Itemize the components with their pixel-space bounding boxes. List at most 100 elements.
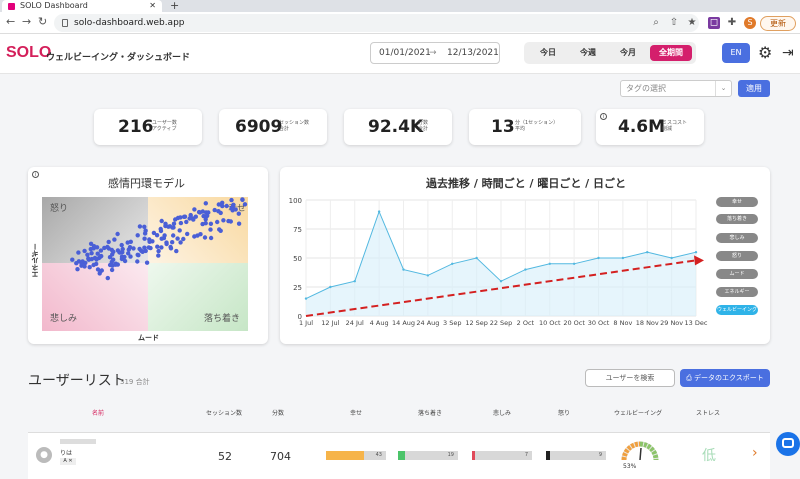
x-tick-label: 4 Aug	[370, 319, 389, 327]
forward-icon[interactable]: →	[22, 15, 31, 28]
scatter-point	[198, 232, 203, 237]
new-tab-icon[interactable]: +	[170, 0, 179, 12]
scatter-point	[94, 257, 99, 262]
series-point	[475, 256, 478, 260]
series-point	[353, 280, 356, 283]
scatter-point	[242, 202, 248, 207]
scatter-point	[221, 218, 226, 223]
info-icon[interactable]: i	[32, 171, 39, 178]
x-tick-label: 18 Nov	[636, 319, 659, 327]
trend-chart: 02550751001 Jul 12 Jul 24 Jul 4 Aug 14 Aug 24…	[289, 197, 708, 327]
stat-label: 分数 合計	[418, 120, 429, 132]
browser-tab[interactable]: SOLO Dashboard ✕	[2, 0, 162, 12]
column-header-wellbeing[interactable]: ウェルビーイング	[608, 408, 668, 417]
calm-bar-fill	[398, 451, 405, 460]
column-header-name[interactable]: 名前	[68, 408, 128, 417]
legend-calm[interactable]: 落ち着き	[716, 214, 758, 224]
sad-bar-fill	[472, 451, 475, 460]
app-header: SOLO ウェルビーイング・ダッシュボード 01/01/2021 → 12/13…	[0, 34, 800, 74]
period-week-button[interactable]: 今週	[568, 45, 608, 61]
scatter-point	[171, 233, 176, 238]
legend-energy[interactable]: エネルギー	[716, 287, 758, 297]
scatter-point	[159, 218, 164, 224]
x-tick-label: 14 Aug	[392, 319, 415, 327]
zoom-icon[interactable]: ⌕	[650, 17, 662, 29]
info-icon[interactable]: i	[600, 113, 607, 120]
scatter-point	[142, 224, 147, 229]
chevron-right-icon[interactable]: ›	[752, 445, 758, 461]
series-point	[329, 285, 332, 289]
scatter-point	[224, 203, 229, 209]
date-range-picker[interactable]: 01/01/2021 → 12/13/2021	[370, 42, 500, 64]
tab-close-icon[interactable]: ✕	[149, 0, 156, 12]
scatter-point	[233, 207, 238, 212]
x-axis-label: ムード	[138, 334, 159, 342]
reload-icon[interactable]: ↻	[38, 15, 47, 28]
scatter-point	[115, 248, 121, 253]
scatter-point	[75, 267, 80, 272]
gear-icon[interactable]: ⚙	[758, 43, 772, 63]
scatter-point	[126, 247, 131, 252]
extension-icon[interactable]: ◻	[708, 17, 720, 29]
emotion-scatter	[70, 197, 248, 281]
x-tick-label: 29 Nov	[660, 319, 683, 327]
x-tick-label: 2 Oct	[517, 319, 535, 327]
legend-happy[interactable]: 幸せ	[716, 197, 758, 207]
legend-mood[interactable]: ムード	[716, 269, 758, 279]
scatter-point	[128, 239, 133, 244]
apply-button[interactable]: 適用	[738, 80, 770, 97]
period-all-button[interactable]: 全期間	[650, 45, 692, 61]
url-bar[interactable]: solo-dashboard.web.app	[54, 14, 699, 32]
scatter-point	[142, 236, 147, 241]
app-subtitle: ウェルビーイング・ダッシュボード	[46, 53, 191, 63]
profile-avatar[interactable]: S	[744, 17, 756, 29]
search-users-button[interactable]: ユーザーを検索	[585, 369, 675, 387]
stat-card-users: 216 ユーザー数 アクティブ	[94, 109, 202, 145]
extensions-puzzle-icon[interactable]: ✚	[726, 17, 738, 29]
user-subname: りは	[60, 450, 73, 457]
y-axis-label: エネルギー	[31, 243, 39, 278]
x-tick-label: 3 Sep	[443, 319, 461, 327]
legend-sad[interactable]: 悲しみ	[716, 233, 758, 243]
browser-tab-strip: SOLO Dashboard ✕ +	[0, 0, 800, 12]
scatter-point	[185, 231, 190, 237]
tag-select-placeholder: タグの選択	[626, 84, 666, 93]
chat-button[interactable]	[776, 432, 800, 456]
scatter-point	[99, 268, 104, 273]
scatter-point	[154, 233, 160, 238]
column-header-angry[interactable]: 怒り	[534, 408, 594, 417]
period-today-button[interactable]: 今日	[528, 45, 568, 61]
sessions-value: 52	[218, 450, 232, 463]
scatter-point	[212, 207, 217, 213]
scatter-point	[156, 248, 161, 254]
column-header-sessions[interactable]: セッション数	[194, 408, 254, 417]
column-header-sad[interactable]: 悲しみ	[472, 408, 532, 417]
column-header-stress[interactable]: ストレス	[678, 408, 738, 417]
bookmark-star-icon[interactable]: ★	[686, 17, 698, 29]
share-icon[interactable]: ⇧	[668, 17, 680, 29]
scatter-point	[89, 251, 94, 256]
scatter-point	[82, 264, 87, 269]
date-start: 01/01/2021	[379, 48, 431, 58]
scatter-point	[85, 252, 90, 257]
column-header-minutes[interactable]: 分数	[248, 408, 308, 417]
legend-wellbeing[interactable]: ウェルビーイング	[716, 305, 758, 315]
back-icon[interactable]: ←	[6, 15, 15, 28]
language-button[interactable]: EN	[722, 43, 750, 63]
scatter-point	[82, 248, 87, 254]
logout-icon[interactable]: ⇥	[782, 43, 794, 63]
period-month-button[interactable]: 今月	[608, 45, 648, 61]
scatter-point	[181, 236, 186, 242]
lock-icon	[62, 19, 68, 27]
export-data-button[interactable]: ⎙ データのエクスポート	[680, 369, 770, 387]
legend-anger[interactable]: 怒り	[716, 251, 758, 261]
column-header-calm[interactable]: 落ち着き	[400, 408, 460, 417]
scatter-point	[174, 248, 179, 254]
scatter-point	[106, 239, 111, 245]
scatter-point	[94, 261, 99, 267]
x-tick-label: 30 Oct	[588, 319, 610, 327]
update-button[interactable]: 更新	[760, 16, 796, 31]
scatter-point	[228, 219, 233, 224]
tag-select[interactable]: タグの選択 ⌄	[620, 80, 732, 97]
column-header-happy[interactable]: 幸せ	[326, 408, 386, 417]
